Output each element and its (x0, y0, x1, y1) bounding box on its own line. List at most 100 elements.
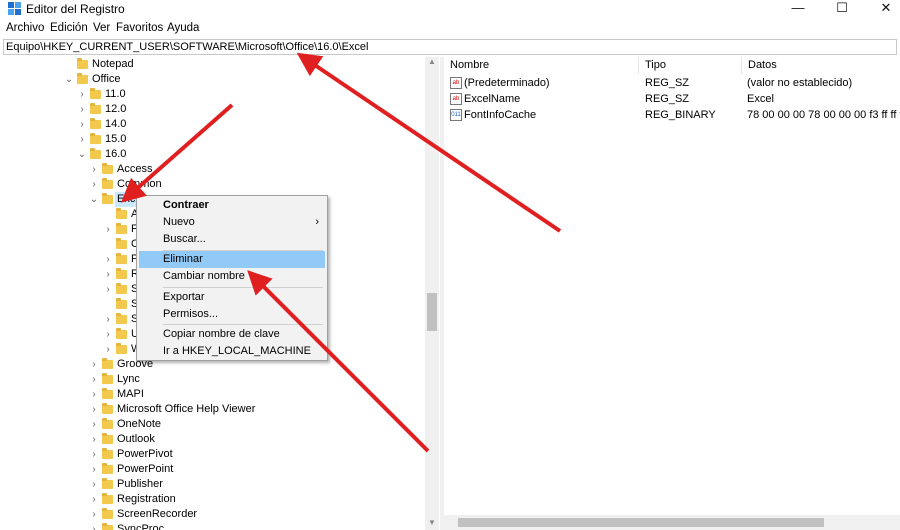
address-bar[interactable]: Equipo\HKEY_CURRENT_USER\SOFTWARE\Micros… (3, 39, 897, 55)
registry-editor-icon (8, 2, 21, 15)
menu-edicion[interactable]: Edición (50, 22, 88, 34)
string-value-icon: ab (450, 93, 462, 105)
collapse-icon[interactable]: ⌄ (64, 72, 74, 87)
menu-favoritos[interactable]: Favoritos (116, 22, 163, 34)
expand-icon[interactable]: › (89, 162, 99, 177)
expand-icon[interactable]: › (89, 417, 99, 432)
expand-icon[interactable]: › (103, 222, 113, 237)
close-button[interactable]: ✕ (864, 0, 900, 18)
folder-icon (90, 118, 101, 129)
values-list[interactable]: Nombre Tipo Datos ab (Predeterminado) RE… (444, 57, 900, 530)
folder-icon (102, 493, 113, 504)
expand-icon[interactable]: › (89, 402, 99, 417)
folder-icon (116, 208, 127, 219)
expand-icon[interactable]: › (89, 507, 99, 522)
values-scrollbar[interactable] (444, 515, 900, 530)
expand-icon[interactable]: › (103, 327, 113, 342)
folder-icon (102, 403, 113, 414)
menu-item-contraer[interactable]: Contraer (139, 197, 325, 214)
tree-node-label: Registration (117, 493, 176, 505)
value-type: REG_BINARY (645, 109, 716, 121)
expand-icon[interactable]: › (77, 87, 87, 102)
menu-item-copiar-nombre[interactable]: Copiar nombre de clave (139, 326, 325, 343)
expand-icon[interactable]: › (89, 387, 99, 402)
value-name: FontInfoCache (464, 109, 537, 121)
scroll-up-icon[interactable]: ▲ (425, 57, 439, 69)
expand-icon[interactable]: › (89, 432, 99, 447)
expand-icon[interactable]: › (89, 522, 99, 530)
tree-node-label: Microsoft Office Help Viewer (117, 403, 256, 415)
tree-node-label: PowerPoint (117, 463, 174, 475)
menu-item-buscar[interactable]: Buscar... (139, 231, 325, 248)
maximize-button[interactable]: ☐ (820, 0, 864, 18)
menu-item-nuevo[interactable]: Nuevo › (139, 214, 325, 231)
folder-icon (90, 88, 101, 99)
expand-icon[interactable]: › (89, 477, 99, 492)
tree-node-label: SyncProc (117, 523, 165, 530)
expand-icon[interactable]: › (103, 312, 113, 327)
menu-item-ir-a-hklm[interactable]: Ir a HKEY_LOCAL_MACHINE (139, 343, 325, 360)
value-row[interactable]: ab ExcelName REG_SZ Excel (444, 91, 900, 107)
value-type: REG_SZ (645, 77, 690, 89)
expand-icon[interactable]: › (103, 252, 113, 267)
menu-item-eliminar[interactable]: Eliminar (139, 251, 325, 268)
tree-node-label: 14.0 (105, 118, 127, 130)
folder-icon (77, 73, 88, 84)
title-bar: Editor del Registro — ☐ ✕ (0, 0, 900, 18)
folder-icon (77, 58, 88, 69)
value-row[interactable]: ab (Predeterminado) REG_SZ (valor no est… (444, 75, 900, 91)
tree-node-label: PowerPivot (117, 448, 173, 460)
folder-icon (116, 268, 127, 279)
folder-icon (116, 343, 127, 354)
menu-item-permisos[interactable]: Permisos... (139, 306, 325, 323)
tree-node-label: 11.0 (105, 88, 126, 100)
expand-icon[interactable]: › (89, 462, 99, 477)
expand-icon[interactable]: › (89, 372, 99, 387)
tree-node-label: 12.0 (105, 103, 127, 115)
collapse-icon[interactable]: ⌄ (89, 192, 99, 207)
expand-icon[interactable]: › (89, 492, 99, 507)
expand-icon[interactable]: › (89, 177, 99, 192)
column-header-data[interactable]: Datos (742, 57, 900, 74)
folder-icon (102, 193, 113, 204)
expand-icon[interactable] (103, 207, 113, 222)
tree-scrollbar[interactable]: ▲ ▼ (425, 57, 439, 530)
tree-node-label: 16.0 (105, 148, 127, 160)
tree-node-label: Lync (117, 373, 140, 385)
menu-separator (163, 324, 323, 325)
expand-icon[interactable]: › (103, 282, 113, 297)
expand-icon[interactable]: › (103, 267, 113, 282)
column-header-name[interactable]: Nombre (444, 57, 639, 74)
folder-icon (102, 433, 113, 444)
menu-item-exportar[interactable]: Exportar (139, 289, 325, 306)
expand-icon[interactable]: › (77, 117, 87, 132)
tree-node-label: MAPI (117, 388, 144, 400)
address-path: Equipo\HKEY_CURRENT_USER\SOFTWARE\Micros… (6, 41, 369, 53)
expand-icon[interactable] (103, 297, 113, 312)
expand-icon[interactable]: › (89, 447, 99, 462)
menu-item-cambiar-nombre[interactable]: Cambiar nombre (139, 268, 325, 285)
folder-icon (90, 133, 101, 144)
tree-node-label: ScreenRecorder (117, 508, 198, 520)
window-title: Editor del Registro (26, 2, 125, 16)
value-row[interactable]: 011 FontInfoCache REG_BINARY 78 00 00 00… (444, 107, 900, 123)
menu-ver[interactable]: Ver (93, 22, 110, 34)
expand-icon[interactable] (64, 57, 74, 72)
expand-icon[interactable]: › (89, 357, 99, 372)
menu-ayuda[interactable]: Ayuda (167, 22, 199, 34)
scroll-down-icon[interactable]: ▼ (425, 518, 439, 530)
folder-icon (116, 313, 127, 324)
menu-archivo[interactable]: Archivo (6, 22, 44, 34)
expand-icon[interactable] (103, 237, 113, 252)
scrollbar-thumb[interactable] (458, 518, 824, 527)
folder-icon (116, 328, 127, 339)
minimize-button[interactable]: — (776, 0, 820, 18)
scrollbar-thumb[interactable] (427, 293, 437, 331)
expand-icon[interactable]: › (77, 102, 87, 117)
column-header-type[interactable]: Tipo (639, 57, 742, 74)
tree-node-label: OneNote (117, 418, 162, 430)
expand-icon[interactable]: › (103, 342, 113, 357)
collapse-icon[interactable]: ⌄ (77, 147, 87, 162)
expand-icon[interactable]: › (77, 132, 87, 147)
folder-icon (116, 253, 127, 264)
